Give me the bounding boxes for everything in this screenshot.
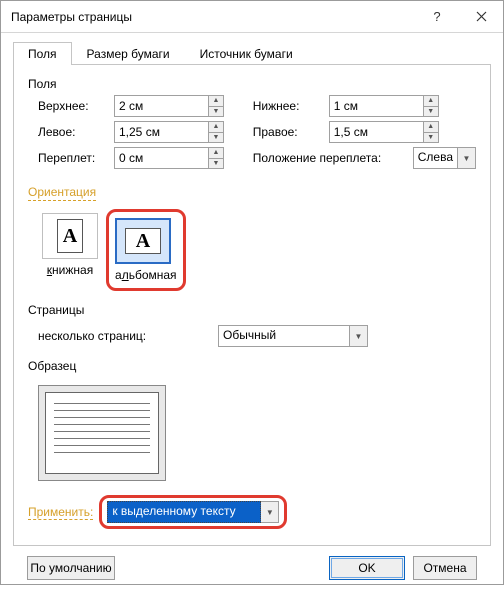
ok-button[interactable]: OK (329, 556, 405, 580)
portrait-thumb: A (42, 213, 98, 259)
multi-pages-label: несколько страниц: (38, 329, 218, 343)
content: Поля Размер бумаги Источник бумаги Поля … (1, 33, 503, 602)
tab-paper-size[interactable]: Размер бумаги (72, 42, 185, 65)
page-setup-dialog: Параметры страницы ? Поля Размер бумаги … (0, 0, 504, 585)
tabstrip: Поля Размер бумаги Источник бумаги (13, 41, 491, 65)
apply-combo[interactable]: к выделенному тексту ▼ (107, 501, 279, 523)
left-spinner[interactable]: ▲▼ (114, 121, 224, 143)
right-label: Правое: (253, 125, 329, 139)
top-label: Верхнее: (38, 99, 114, 113)
orientation-row: A книжная A альбомная (38, 209, 476, 291)
chevron-down-icon: ▼ (261, 501, 279, 523)
tab-body: Поля Верхнее: ▲▼ Левое: ▲▼ (13, 65, 491, 546)
close-button[interactable] (459, 1, 503, 32)
highlight-orientation: A альбомная (106, 209, 186, 291)
bottom-spinner[interactable]: ▲▼ (329, 95, 439, 117)
highlight-apply: к выделенному тексту ▼ (99, 495, 287, 529)
landscape-caption: альбомная (115, 268, 177, 282)
orientation-landscape[interactable]: A альбомная (111, 214, 181, 286)
cancel-button[interactable]: Отмена (413, 556, 477, 580)
chevron-down-icon: ▼ (458, 147, 476, 169)
left-label: Левое: (38, 125, 114, 139)
footer: По умолчанию OK Отмена (13, 546, 491, 590)
gutter-spinner[interactable]: ▲▼ (114, 147, 224, 169)
gutter-label: Переплет: (38, 151, 114, 165)
tab-paper-source[interactable]: Источник бумаги (185, 42, 308, 65)
gutter-pos-value: Слева (413, 147, 458, 169)
orientation-portrait[interactable]: A книжная (38, 209, 102, 291)
defaults-button[interactable]: По умолчанию (27, 556, 115, 580)
preview-page-icon (45, 392, 159, 474)
titlebar: Параметры страницы ? (1, 1, 503, 33)
left-input[interactable] (114, 121, 208, 143)
gutter-input[interactable] (114, 147, 208, 169)
preview-box (38, 385, 166, 481)
chevron-down-icon: ▼ (350, 325, 368, 347)
close-icon (476, 11, 487, 22)
bottom-input[interactable] (329, 95, 423, 117)
landscape-thumb: A (115, 218, 171, 264)
apply-row: Применить: к выделенному тексту ▼ (28, 491, 476, 533)
margins-section-label: Поля (28, 77, 476, 91)
pages-section-label: Страницы (28, 303, 476, 317)
multi-pages-combo[interactable]: Обычный ▼ (218, 325, 368, 347)
gutter-pos-combo[interactable]: Слева ▼ (413, 147, 476, 169)
right-input[interactable] (329, 121, 423, 143)
tab-fields[interactable]: Поля (13, 42, 72, 65)
top-spinner[interactable]: ▲▼ (114, 95, 224, 117)
help-button[interactable]: ? (415, 1, 459, 32)
apply-value: к выделенному тексту (107, 501, 261, 523)
gutter-pos-label: Положение переплета: (253, 151, 413, 165)
spinner-buttons[interactable]: ▲▼ (208, 95, 224, 117)
portrait-caption: книжная (42, 263, 98, 277)
orientation-label: Ориентация (28, 185, 96, 201)
sample-section-label: Образец (28, 359, 476, 373)
bottom-label: Нижнее: (253, 99, 329, 113)
window-title: Параметры страницы (11, 10, 415, 24)
top-input[interactable] (114, 95, 208, 117)
apply-label: Применить: (28, 505, 93, 520)
right-spinner[interactable]: ▲▼ (329, 121, 439, 143)
margins-grid: Верхнее: ▲▼ Левое: ▲▼ (38, 95, 476, 173)
multi-pages-value: Обычный (218, 325, 350, 347)
